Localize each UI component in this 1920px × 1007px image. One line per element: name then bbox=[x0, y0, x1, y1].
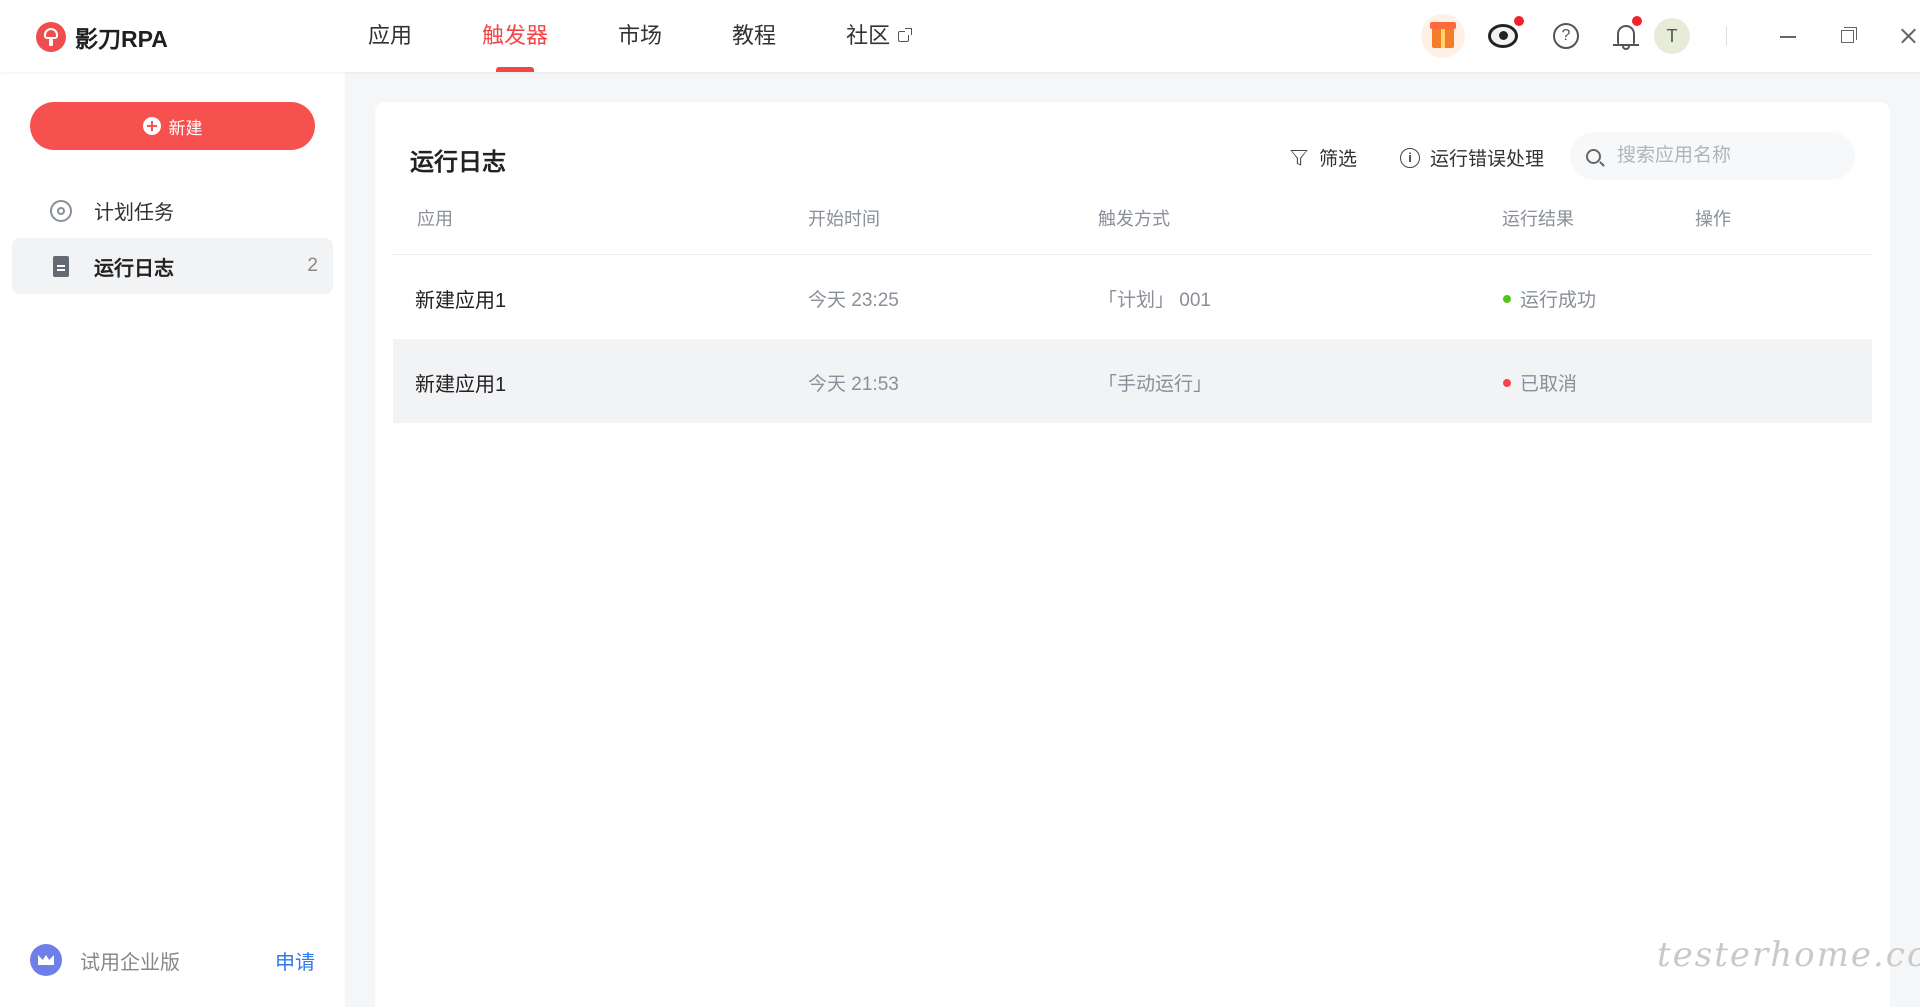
status-text: 运行成功 bbox=[1520, 290, 1597, 311]
sidebar: 新建 计划任务 运行日志 2 试用企业版 申请 bbox=[0, 72, 345, 1007]
cell-result: 已取消 bbox=[1503, 369, 1577, 396]
cell-result: 运行成功 bbox=[1503, 285, 1596, 312]
cell-start-time: 今天 21:53 bbox=[808, 374, 899, 395]
info-icon: i bbox=[1400, 147, 1420, 168]
error-handling-button[interactable]: i 运行错误处理 bbox=[1400, 144, 1544, 171]
column-header-actions: 操作 bbox=[1695, 209, 1731, 229]
cell-app: 新建应用1 bbox=[415, 290, 507, 312]
status-dot-success bbox=[1503, 294, 1511, 303]
nav-tab-label: 市场 bbox=[618, 23, 663, 48]
divider bbox=[1726, 26, 1727, 46]
search-input[interactable] bbox=[1615, 144, 1839, 168]
nav-tab-market[interactable]: 市场 bbox=[618, 0, 662, 72]
nav-tab-tutorial[interactable]: 教程 bbox=[732, 0, 776, 72]
nav-tab-label: 社区 bbox=[846, 23, 891, 48]
sidebar-item-scheduled-tasks[interactable]: 计划任务 bbox=[12, 182, 333, 238]
apply-link[interactable]: 申请 bbox=[275, 946, 315, 975]
sidebar-item-label: 运行日志 bbox=[94, 257, 174, 280]
notification-dot bbox=[1630, 14, 1644, 28]
filter-label: 筛选 bbox=[1319, 149, 1358, 170]
table-row[interactable]: 新建应用1 今天 21:53 「手动运行」 已取消 bbox=[393, 339, 1872, 423]
search-box bbox=[1570, 132, 1855, 180]
nav-tab-community[interactable]: 社区 bbox=[846, 0, 913, 72]
nav-tab-label: 应用 bbox=[368, 23, 413, 48]
new-button-label: 新建 bbox=[168, 118, 203, 138]
notification-dot bbox=[1512, 14, 1526, 28]
gift-icon bbox=[1430, 22, 1456, 48]
brand-logo-icon bbox=[36, 22, 66, 52]
cell-trigger: 「手动运行」 bbox=[1098, 374, 1213, 395]
page-title: 运行日志 bbox=[410, 149, 506, 176]
main-nav: 应用 触发器 市场 教程 社区 bbox=[368, 0, 979, 72]
top-bar: 影刀RPA 应用 触发器 市场 教程 社区 ? T bbox=[0, 0, 1920, 72]
sidebar-item-run-logs[interactable]: 运行日志 2 bbox=[12, 238, 333, 294]
help-button[interactable]: ? bbox=[1548, 18, 1584, 54]
gift-button[interactable] bbox=[1421, 14, 1465, 58]
nav-tab-triggers[interactable]: 触发器 bbox=[482, 0, 548, 72]
enterprise-trial: 试用企业版 申请 bbox=[30, 942, 315, 978]
status-text: 已取消 bbox=[1520, 374, 1578, 395]
help-icon: ? bbox=[1553, 23, 1579, 49]
status-dot-cancelled bbox=[1503, 378, 1511, 387]
cell-trigger: 「计划」 001 bbox=[1098, 290, 1211, 311]
minimize-window-button[interactable] bbox=[1770, 18, 1806, 54]
plus-circle-icon bbox=[142, 117, 161, 135]
crown-icon bbox=[30, 944, 62, 976]
trial-label: 试用企业版 bbox=[80, 951, 180, 974]
external-link-icon bbox=[898, 27, 913, 42]
column-header-app: 应用 bbox=[417, 209, 453, 229]
avatar[interactable]: T bbox=[1654, 18, 1690, 54]
run-log-panel: 运行日志 筛选 i 运行错误处理 应用 开始时间 触发方式 运行结果 操作 新建… bbox=[375, 102, 1890, 1007]
nav-tab-label: 教程 bbox=[732, 23, 777, 48]
filter-button[interactable]: 筛选 bbox=[1289, 144, 1357, 171]
brand-name: 影刀RPA bbox=[75, 26, 168, 52]
nav-tab-apps[interactable]: 应用 bbox=[368, 0, 412, 72]
new-button[interactable]: 新建 bbox=[30, 102, 315, 150]
sidebar-item-label: 计划任务 bbox=[94, 201, 174, 224]
sidebar-item-count: 2 bbox=[307, 255, 318, 276]
restore-window-button[interactable] bbox=[1830, 18, 1866, 54]
cell-start-time: 今天 23:25 bbox=[808, 290, 899, 311]
column-header-trigger: 触发方式 bbox=[1098, 209, 1170, 229]
error-handling-label: 运行错误处理 bbox=[1430, 149, 1545, 170]
eye-button[interactable] bbox=[1486, 14, 1526, 54]
clock-icon bbox=[50, 200, 72, 222]
cell-app: 新建应用1 bbox=[415, 374, 507, 396]
eye-icon bbox=[1488, 24, 1518, 48]
column-header-start-time: 开始时间 bbox=[808, 209, 880, 229]
brand[interactable]: 影刀RPA bbox=[36, 20, 168, 54]
nav-tab-label: 触发器 bbox=[482, 23, 549, 48]
bell-clapper bbox=[1622, 46, 1630, 50]
column-header-result: 运行结果 bbox=[1502, 209, 1574, 229]
table-row[interactable]: 新建应用1 今天 23:25 「计划」 001 运行成功 bbox=[393, 255, 1872, 339]
filter-icon bbox=[1289, 148, 1309, 168]
document-icon bbox=[50, 256, 72, 278]
close-window-button[interactable] bbox=[1890, 18, 1920, 54]
watermark: testerhome.com bbox=[1657, 935, 1920, 975]
bell-icon bbox=[1613, 25, 1639, 46]
search-icon bbox=[1586, 148, 1601, 164]
notifications-button[interactable] bbox=[1608, 14, 1644, 54]
